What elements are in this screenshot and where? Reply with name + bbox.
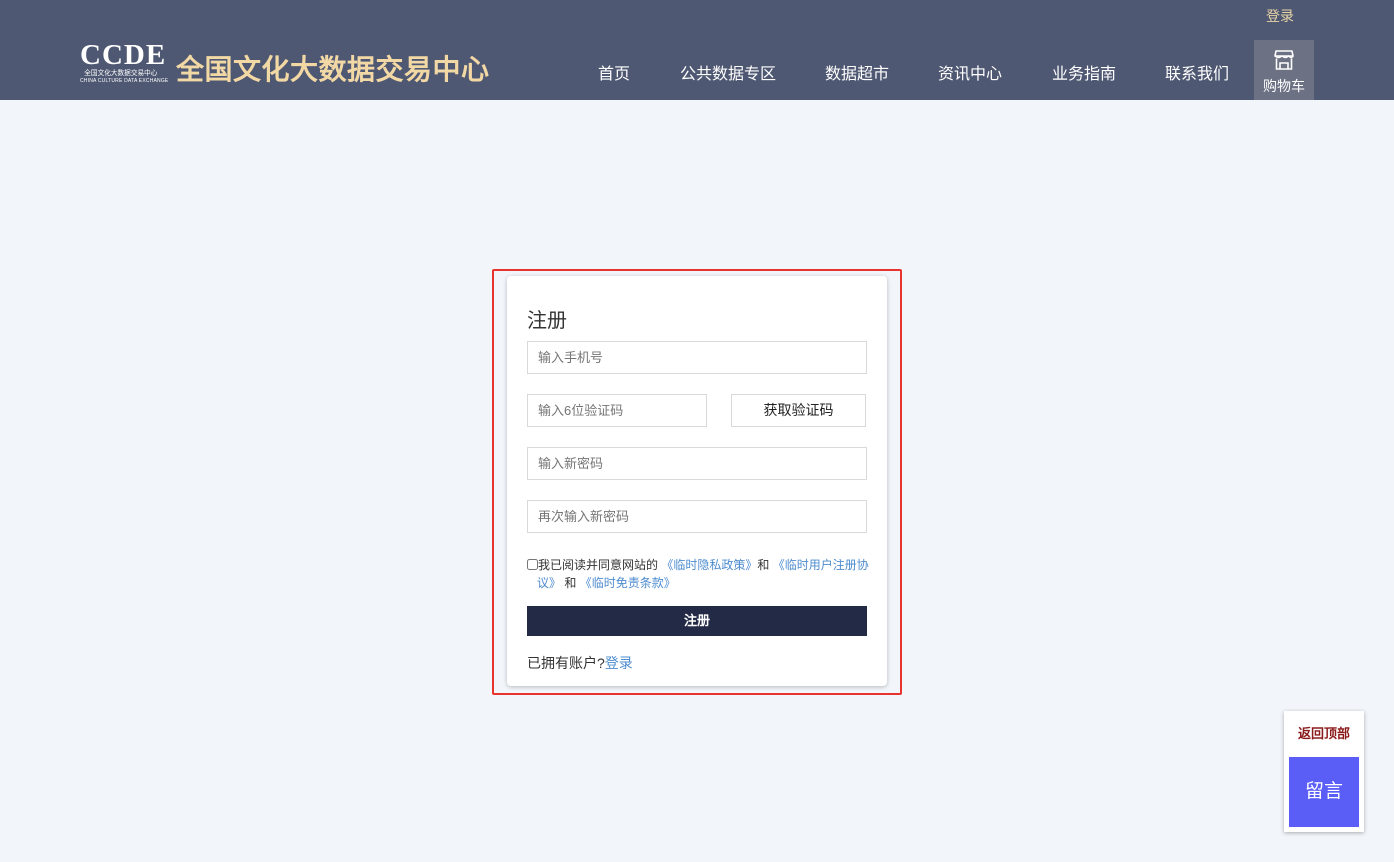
phone-input[interactable] (527, 341, 867, 374)
float-widget: 返回顶部 留言 (1284, 711, 1364, 832)
site-title: 全国文化大数据交易中心 (176, 54, 490, 85)
register-title: 注册 (527, 310, 567, 332)
logo-main-text: CCDE (80, 39, 167, 71)
agree-and-2: 和 (564, 576, 577, 590)
new-password-input[interactable] (527, 447, 867, 480)
leave-message-button[interactable]: 留言 (1289, 757, 1359, 827)
confirm-password-input[interactable] (527, 500, 867, 533)
back-to-top-button[interactable]: 返回顶部 (1284, 723, 1364, 742)
cart-label: 购物车 (1263, 78, 1305, 94)
ccde-logo[interactable]: CCDE 全国文化大数据交易中心 CHINA CULTURE DATA EXCH… (80, 40, 168, 88)
register-card: 注册 获取验证码 我已阅读并同意网站的 《临时隐私政策》和 《临时用户注册协 议… (507, 276, 887, 686)
agreement-text: 我已阅读并同意网站的 《临时隐私政策》和 《临时用户注册协 议》 和 《临时免责… (527, 556, 873, 592)
agree-checkbox[interactable] (527, 559, 538, 570)
have-account-row: 已拥有账户?登录 (527, 653, 633, 673)
nav-news[interactable]: 资讯中心 (938, 60, 1002, 83)
site-header: 登录 CCDE 全国文化大数据交易中心 CHINA CULTURE DATA E… (0, 0, 1394, 100)
privacy-policy-link[interactable]: 《临时隐私政策》 (661, 558, 757, 572)
agree-and-1: 和 (757, 558, 770, 572)
login-link[interactable]: 登录 (605, 655, 633, 671)
nav-data-market[interactable]: 数据超市 (825, 60, 889, 83)
top-login-link[interactable]: 登录 (1266, 6, 1294, 26)
agree-prefix: 我已阅读并同意网站的 (538, 558, 659, 572)
logo-sub-cn: 全国文化大数据交易中心 (84, 70, 158, 77)
logo-sub-en: CHINA CULTURE DATA EXCHANGE (80, 78, 169, 84)
register-submit-button[interactable]: 注册 (527, 606, 867, 636)
get-code-button[interactable]: 获取验证码 (731, 394, 866, 427)
nav-contact[interactable]: 联系我们 (1165, 60, 1229, 83)
verification-code-input[interactable] (527, 394, 707, 427)
disclaimer-link[interactable]: 《临时免责条款》 (580, 576, 676, 590)
nav-public-data[interactable]: 公共数据专区 (680, 60, 776, 83)
have-account-text: 已拥有账户? (527, 655, 605, 671)
user-agreement-link-part1[interactable]: 《临时用户注册协 (773, 558, 869, 572)
nav-guide[interactable]: 业务指南 (1052, 60, 1116, 83)
cart-button[interactable]: 购物车 (1254, 40, 1314, 100)
nav-home[interactable]: 首页 (598, 60, 630, 83)
user-agreement-link-part2[interactable]: 议》 (527, 576, 561, 590)
shop-icon (1274, 50, 1294, 70)
